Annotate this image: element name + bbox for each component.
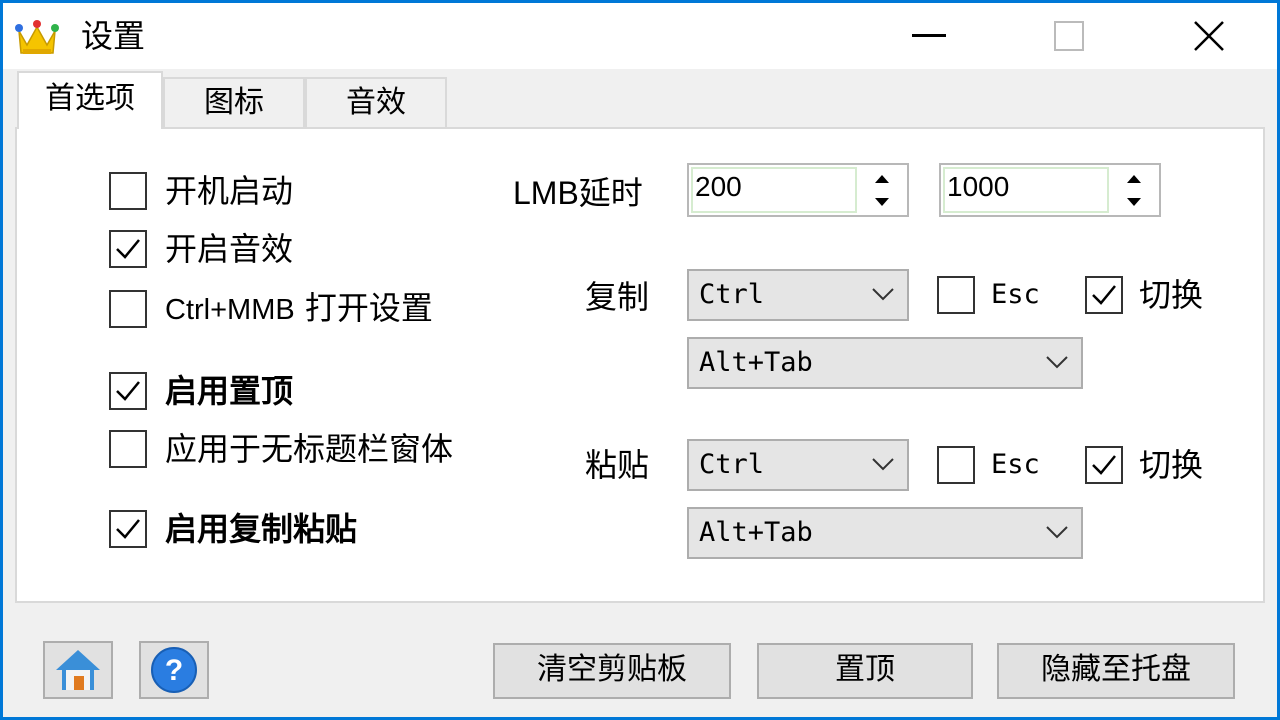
copy-toggle-label: 切换 (1139, 276, 1204, 314)
autostart-label: 开机启动 (165, 172, 294, 210)
paste-toggle-option[interactable]: 切换 (1085, 445, 1203, 485)
checkmark-icon (1092, 455, 1116, 475)
autostart-checkbox[interactable] (109, 172, 147, 210)
settings-window: 设置 首选项 图标 音效 开机启动 开启音效 Ctrl+MMB 打开设置 启用置… (0, 0, 1280, 720)
chevron-down-icon (1046, 526, 1068, 539)
lmb-delay-value-1[interactable]: 200 (691, 167, 857, 213)
copy-toggle-option[interactable]: 切换 (1085, 275, 1203, 315)
checkmark-icon (1092, 285, 1116, 305)
copy-hotkey-select[interactable]: Alt+Tab (687, 337, 1083, 389)
copy-esc-checkbox[interactable] (937, 276, 975, 314)
maximize-icon (1054, 21, 1084, 51)
chevron-down-icon (1046, 356, 1068, 369)
spin-down-icon[interactable] (859, 190, 905, 213)
ctrl-mmb-checkbox[interactable] (109, 290, 147, 328)
paste-esc-checkbox[interactable] (937, 446, 975, 484)
copy-paste-label: 启用复制粘贴 (165, 510, 358, 548)
checkmark-icon (116, 381, 140, 401)
lmb-delay-spinner-2[interactable]: 1000 (939, 163, 1161, 217)
lmb-delay-value-2[interactable]: 1000 (943, 167, 1109, 213)
pin-option[interactable]: 启用置顶 (109, 371, 293, 411)
tab-sound[interactable]: 音效 (305, 77, 447, 127)
preferences-panel: 开机启动 开启音效 Ctrl+MMB 打开设置 启用置顶 应用于无标题栏窗体 启… (15, 127, 1265, 603)
paste-toggle-checkbox[interactable] (1085, 446, 1123, 484)
maximize-button[interactable] (999, 3, 1139, 69)
ctrl-mmb-option[interactable]: Ctrl+MMB 打开设置 (109, 289, 433, 329)
autostart-option[interactable]: 开机启动 (109, 171, 293, 211)
pin-checkbox[interactable] (109, 372, 147, 410)
copy-hotkey-value: Alt+Tab (699, 347, 813, 378)
paste-toggle-label: 切换 (1139, 446, 1204, 484)
paste-esc-option[interactable]: Esc (937, 445, 1040, 485)
chevron-down-icon (872, 288, 894, 301)
tab-icons[interactable]: 图标 (163, 77, 305, 127)
lmb-delay-spinner-1[interactable]: 200 (687, 163, 909, 217)
copy-label: 复制 (585, 278, 650, 316)
checkmark-icon (116, 519, 140, 539)
checkmark-icon (116, 239, 140, 259)
pin-label: 启用置顶 (165, 372, 294, 410)
spin-up-icon[interactable] (859, 167, 905, 190)
hide-to-tray-button[interactable]: 隐藏至托盘 (997, 643, 1235, 699)
sound-checkbox[interactable] (109, 230, 147, 268)
sound-label: 开启音效 (165, 230, 294, 268)
copy-esc-label: Esc (991, 279, 1040, 310)
clear-clipboard-button[interactable]: 清空剪贴板 (493, 643, 731, 699)
pin-button[interactable]: 置顶 (757, 643, 973, 699)
apply-titleless-checkbox[interactable] (109, 430, 147, 468)
ctrl-mmb-label: Ctrl+MMB 打开设置 (165, 288, 433, 330)
sound-option[interactable]: 开启音效 (109, 229, 293, 269)
paste-hotkey-select[interactable]: Alt+Tab (687, 507, 1083, 559)
copy-paste-checkbox[interactable] (109, 510, 147, 548)
copy-toggle-checkbox[interactable] (1085, 276, 1123, 314)
ctrl-mmb-suffix: 打开设置 (294, 289, 433, 327)
spin-down-icon[interactable] (1111, 190, 1157, 213)
paste-modifier-value: Ctrl (699, 449, 765, 480)
window-title: 设置 (81, 17, 146, 55)
crown-icon (15, 17, 59, 57)
lmb-delay-label: LMB延时 (513, 175, 643, 211)
apply-titleless-label: 应用于无标题栏窗体 (165, 430, 454, 468)
home-button[interactable] (43, 641, 113, 699)
tab-preferences[interactable]: 首选项 (17, 71, 163, 129)
copy-modifier-value: Ctrl (699, 279, 765, 310)
spin-up-icon[interactable] (1111, 167, 1157, 190)
close-icon (1194, 21, 1224, 51)
minimize-icon (912, 34, 946, 37)
chevron-down-icon (872, 458, 894, 471)
title-bar[interactable]: 设置 (3, 3, 1277, 69)
copy-esc-option[interactable]: Esc (937, 275, 1040, 315)
paste-modifier-select[interactable]: Ctrl (687, 439, 909, 491)
minimize-button[interactable] (859, 3, 999, 69)
paste-label: 粘贴 (585, 446, 650, 484)
help-button[interactable]: ? (139, 641, 209, 699)
svg-text:?: ? (165, 654, 183, 687)
ctrl-mmb-shortcut: Ctrl+MMB (165, 294, 295, 326)
help-icon: ? (151, 647, 197, 693)
paste-hotkey-value: Alt+Tab (699, 517, 813, 548)
close-button[interactable] (1139, 3, 1279, 69)
apply-titleless-option[interactable]: 应用于无标题栏窗体 (109, 429, 453, 469)
copy-paste-option[interactable]: 启用复制粘贴 (109, 509, 357, 549)
home-icon (56, 650, 100, 690)
paste-esc-label: Esc (991, 449, 1040, 480)
copy-modifier-select[interactable]: Ctrl (687, 269, 909, 321)
